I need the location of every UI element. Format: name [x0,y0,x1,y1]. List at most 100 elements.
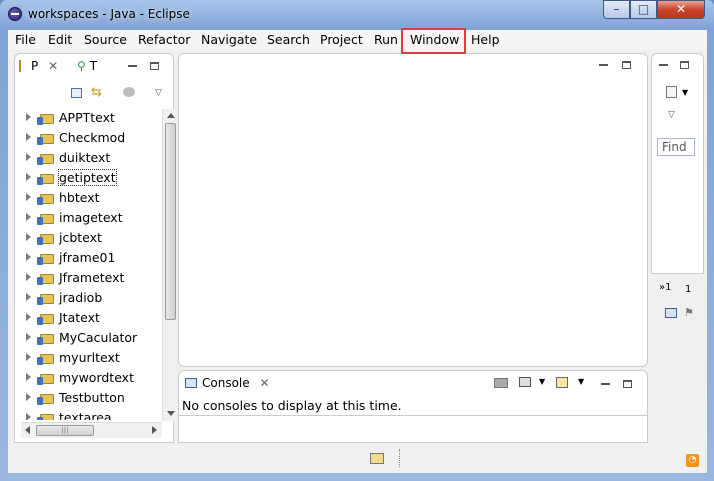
tree-item-label: Testbutton [59,390,125,405]
overflow-tab-label[interactable]: 1 [685,284,691,295]
menu-source[interactable]: Source [79,30,132,50]
expand-icon[interactable] [26,133,31,141]
expand-icon[interactable] [26,113,31,121]
tab-type-hierarchy[interactable]: ⚲ T [77,57,97,76]
menu-file[interactable]: File [10,30,41,50]
vertical-scroll-thumb[interactable] [165,123,176,320]
tree-item-label: hbtext [59,190,100,205]
minimize-console-icon[interactable] [601,383,610,385]
tree-item-jtatext[interactable]: Jtatext [15,308,155,328]
tree-item-duiktext[interactable]: duiktext [15,148,155,168]
java-project-icon [37,252,56,265]
horizontal-scroll-thumb[interactable]: ||| [36,425,94,436]
console-divider [179,415,647,416]
minimize-outline-icon[interactable] [659,64,668,66]
maximize-editor-icon[interactable] [622,61,631,69]
tree-item-jcbtext[interactable]: jcbtext [15,228,155,248]
expand-icon[interactable] [26,173,31,181]
expand-icon[interactable] [26,393,31,401]
close-button[interactable]: ✕ [657,0,705,19]
status-divider [399,449,400,467]
tab-console[interactable]: Console ✕ [185,374,276,393]
tree-item-imagetext[interactable]: imagetext [15,208,155,228]
tree-item-jframe01[interactable]: jframe01 [15,248,155,268]
menu-project[interactable]: Project [315,30,368,50]
scroll-up-icon[interactable] [167,113,175,118]
expand-icon[interactable] [26,353,31,361]
tree-item-testbutton[interactable]: Testbutton [15,388,155,408]
debug-icon[interactable]: ⚑ [684,306,694,319]
tree-item-mycaculator[interactable]: MyCaculator [15,328,155,348]
minimize-button[interactable]: – [603,0,630,19]
menu-navigate[interactable]: Navigate [196,30,262,50]
tab-package-explorer[interactable]: P ✕ [19,57,58,76]
tree-item-jframetext[interactable]: Jframetext [15,268,155,288]
pin-console-icon[interactable] [494,378,508,388]
rss-feed-icon[interactable]: ◔ [686,454,699,467]
expand-icon[interactable] [26,193,31,201]
tree-item-mywordtext[interactable]: mywordtext [15,368,155,388]
java-project-icon [37,212,56,225]
expand-icon[interactable] [26,293,31,301]
menu-edit[interactable]: Edit [43,30,77,50]
java-project-icon [37,352,56,365]
maximize-button[interactable]: □ [630,0,657,19]
chevron-down-icon[interactable]: ▼ [578,377,584,386]
tree-item-label: imagetext [59,210,123,225]
tree-item-myurltext[interactable]: myurltext [15,348,155,368]
menu-refactor[interactable]: Refactor [133,30,195,50]
menu-run[interactable]: Run [369,30,403,50]
expand-icon[interactable] [26,373,31,381]
horizontal-scrollbar[interactable]: ||| [21,422,162,438]
tree-item-label: APPTtext [59,110,115,125]
package-explorer-icon [19,60,28,72]
expand-icon[interactable] [26,213,31,221]
tree-item-apptext[interactable]: APPTtext [15,108,155,128]
new-console-icon[interactable] [556,377,568,388]
scroll-right-icon[interactable] [152,426,157,434]
tree-item-textarea[interactable]: textarea [15,408,155,420]
close-icon[interactable]: ✕ [48,59,58,73]
expand-icon[interactable] [26,273,31,281]
expand-icon[interactable] [26,413,31,420]
tree-item-checkmod[interactable]: Checkmod [15,128,155,148]
tree-item-label: duiktext [59,150,111,165]
menu-help[interactable]: Help [466,30,505,50]
focus-icon[interactable] [123,87,135,97]
expand-icon[interactable] [26,313,31,321]
close-icon[interactable]: ✕ [259,376,269,390]
link-with-editor-icon[interactable]: ⇆ [91,85,102,100]
open-perspective-icon[interactable] [370,453,384,464]
find-input[interactable]: Find [657,138,695,156]
tree-item-jradiob[interactable]: jradiob [15,288,155,308]
minimize-editor-icon[interactable] [599,64,608,66]
chevron-down-icon[interactable]: ▼ [539,377,545,386]
maximize-view-icon[interactable] [150,62,159,70]
menu-search[interactable]: Search [262,30,315,50]
console-icon[interactable] [665,308,677,318]
expand-icon[interactable] [26,233,31,241]
view-menu-icon[interactable]: ▽ [155,88,162,98]
tree-item-getiptext[interactable]: getiptext [15,168,155,188]
java-project-icon [37,172,56,185]
tree-item-label: jframe01 [59,250,116,265]
maximize-outline-icon[interactable] [680,61,689,69]
java-project-icon [37,192,56,205]
scroll-left-icon[interactable] [25,426,30,434]
view-menu-icon[interactable]: ▽ [668,110,675,120]
vertical-scrollbar[interactable] [162,109,178,421]
new-task-icon[interactable] [666,86,677,98]
expand-icon[interactable] [26,153,31,161]
scroll-down-icon[interactable] [167,411,175,416]
display-console-icon[interactable] [519,377,531,387]
tab-type-hierarchy-label: T [89,59,98,73]
maximize-console-icon[interactable] [623,380,632,388]
overflow-tabs-button[interactable]: »1 [659,282,671,293]
tree-item-hbtext[interactable]: hbtext [15,188,155,208]
expand-icon[interactable] [26,253,31,261]
tree-item-label: getiptext [58,169,117,186]
minimize-view-icon[interactable] [128,65,137,67]
expand-icon[interactable] [26,333,31,341]
chevron-down-icon[interactable]: ▼ [682,88,688,97]
collapse-all-icon[interactable] [71,88,82,98]
